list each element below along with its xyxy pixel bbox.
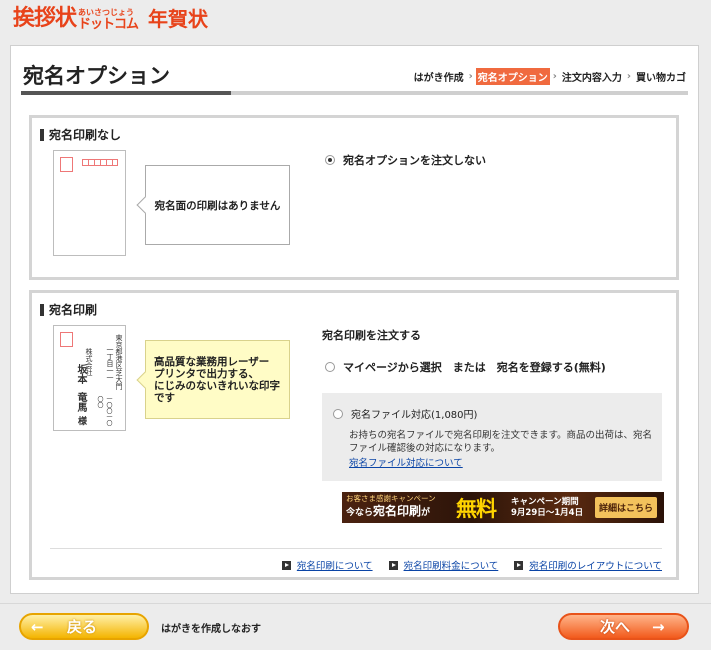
sample-address-line: 一丁目一一 (106, 346, 114, 381)
section-heading: 宛名印刷 (40, 301, 97, 318)
zip-boxes-icon (82, 159, 118, 166)
arrow-left-icon: ← (31, 617, 44, 636)
blank-postcard-image (53, 150, 126, 256)
step-cart: 買い物カゴ (636, 73, 686, 84)
heading-bar-icon (40, 303, 44, 316)
logo-sub-bottom: ドットコム (78, 17, 139, 32)
radio-address-file[interactable] (333, 408, 343, 419)
no-print-callout: 宛名面の印刷はありません (136, 165, 290, 245)
title-rule-dark (21, 91, 231, 95)
section-heading-text: 宛名印刷 (49, 303, 98, 317)
link-text: 宛名印刷のレイアウトについて (529, 561, 662, 572)
arrow-right-icon: → (652, 617, 665, 636)
callout-line: 高品質な業務用レーザー (154, 355, 270, 368)
link-about-address-print[interactable]: 宛名印刷について (281, 558, 373, 572)
callout-text: 高品質な業務用レーザー プリンタで出力する、 にじみのないきれいな印字 です (154, 356, 280, 404)
banner-line2-prefix: 今なら (346, 508, 374, 518)
sample-zip-line: 一〇〇一〇〇〇 (96, 396, 112, 426)
sample-address-line: 東京都港区芝大門 (115, 334, 123, 390)
logo-main-text: 挨拶状 (13, 6, 77, 31)
step-address-option: 宛名オプション (475, 68, 550, 85)
address-file-info-link[interactable]: 宛名ファイル対応について (349, 455, 463, 469)
option-mypage-select[interactable]: マイページから選択 または 宛名を登録する(無料) (325, 359, 606, 375)
step-separator-icon: › (552, 71, 557, 82)
main-panel: 宛名オプション はがき作成 › 宛名オプション › 注文内容入力 › 買い物カゴ… (10, 45, 699, 594)
banner-period-dates: 9月29日〜1月4日 (511, 507, 584, 518)
callout-tip (136, 196, 154, 214)
progress-steps: はがき作成 › 宛名オプション › 注文内容入力 › 買い物カゴ (412, 68, 688, 85)
page-title: 宛名オプション (23, 64, 170, 88)
arrow-right-icon (281, 560, 291, 570)
link-text: 宛名印刷料金について (403, 561, 499, 572)
section-heading-text: 宛名印刷なし (49, 128, 122, 142)
footer-nav: ← 戻る はがきを作成しなおす 次へ → (0, 603, 711, 650)
back-button[interactable]: ← 戻る (19, 613, 149, 640)
address-file-box: 宛名ファイル対応(1,080円) お持ちの宛名ファイルで宛名印刷を注文できます。… (322, 393, 662, 481)
callout-line: です (154, 391, 175, 404)
step-separator-icon: › (626, 71, 631, 82)
option-label: 宛名ファイル対応(1,080円) (351, 410, 478, 421)
sample-honorific: 様 (76, 416, 86, 425)
banner-line2-main: 宛名印刷 (373, 504, 422, 518)
back-note: はがきを作成しなおす (161, 624, 261, 635)
order-print-heading: 宛名印刷を注文する (322, 329, 421, 342)
banner-line2-suffix: が (421, 508, 431, 518)
arrow-right-icon (388, 560, 398, 570)
option-label: マイページから選択 または 宛名を登録する(無料) (343, 361, 606, 374)
link-address-print-price[interactable]: 宛名印刷料金について (388, 558, 499, 572)
link-text: 宛名印刷について (296, 561, 373, 572)
site-logo[interactable]: 挨拶状 あいさつじょう ドットコム 年賀状 (13, 6, 208, 32)
stamp-box-icon (60, 332, 73, 347)
radio-no-address-order[interactable] (325, 155, 335, 165)
banner-free: 無料 (456, 496, 497, 521)
logo-sub-top: あいさつじょう (78, 8, 135, 17)
section-divider (50, 548, 662, 549)
callout-text: 宛名面の印刷はありません (154, 199, 281, 212)
next-button[interactable]: 次へ → (558, 613, 689, 640)
print-quality-callout: 高品質な業務用レーザー プリンタで出力する、 にじみのないきれいな印字 です (136, 340, 290, 419)
site-header: 挨拶状 あいさつじょう ドットコム 年賀状 (0, 0, 711, 44)
radio-mypage-select[interactable] (325, 362, 335, 372)
banner-left: お客さま感謝キャンペーン 今なら宛名印刷が (342, 494, 447, 521)
sample-given-name: 竜馬 (75, 392, 86, 412)
stamp-box-icon (60, 157, 73, 172)
logo-sub-text: あいさつじょう ドットコム (78, 8, 139, 32)
sample-surname: 坂本 (75, 364, 86, 384)
title-rule-light (231, 91, 688, 95)
arrow-right-icon (514, 560, 524, 570)
back-button-label: 戻る (67, 618, 98, 636)
heading-bar-icon (40, 128, 44, 141)
link-address-print-layout[interactable]: 宛名印刷のレイアウトについて (514, 558, 662, 572)
step-postcard-create: はがき作成 (413, 73, 464, 84)
option-address-file[interactable]: 宛名ファイル対応(1,080円) (333, 406, 477, 421)
callout-line: にじみのないきれいな印字 (154, 379, 280, 392)
section-address-print: 宛名印刷 東京都港区芝大門 一丁目一一 一〇〇一〇〇〇 株式会社 坂本 竜馬 様… (29, 290, 679, 580)
banner-detail-button[interactable]: 詳細はこちら (595, 497, 658, 518)
banner-period: キャンペーン期間 9月29日〜1月4日 (505, 497, 593, 519)
logo-year-text: 年賀状 (148, 7, 209, 31)
option-label: 宛名オプションを注文しない (343, 154, 486, 167)
banner-period-label: キャンペーン期間 (511, 496, 579, 507)
section-heading: 宛名印刷なし (40, 126, 121, 143)
banner-line2: 今なら宛名印刷が (346, 504, 447, 521)
banner-line1: お客さま感謝キャンペーン (346, 494, 436, 503)
callout-line: プリンタで出力する、 (154, 367, 259, 380)
info-links: 宛名印刷について 宛名印刷料金について 宛名印刷のレイアウトについて (50, 558, 662, 572)
printed-postcard-image: 東京都港区芝大門 一丁目一一 一〇〇一〇〇〇 株式会社 坂本 竜馬 様 (53, 325, 126, 431)
next-button-label: 次へ (600, 618, 631, 636)
section-no-address-print: 宛名印刷なし 宛名面の印刷はありません 宛名オプションを注文しない (29, 115, 679, 280)
callout-tip (136, 371, 154, 388)
step-order-input: 注文内容入力 (561, 73, 622, 84)
step-separator-icon: › (468, 71, 473, 82)
option-no-address-order[interactable]: 宛名オプションを注文しない (325, 152, 486, 168)
address-file-description: お持ちの宛名ファイルで宛名印刷を注文できます。商品の出荷は、宛名ファイル確認後の… (349, 430, 653, 454)
campaign-banner[interactable]: お客さま感謝キャンペーン 今なら宛名印刷が 無料 キャンペーン期間 9月29日〜… (342, 492, 664, 523)
